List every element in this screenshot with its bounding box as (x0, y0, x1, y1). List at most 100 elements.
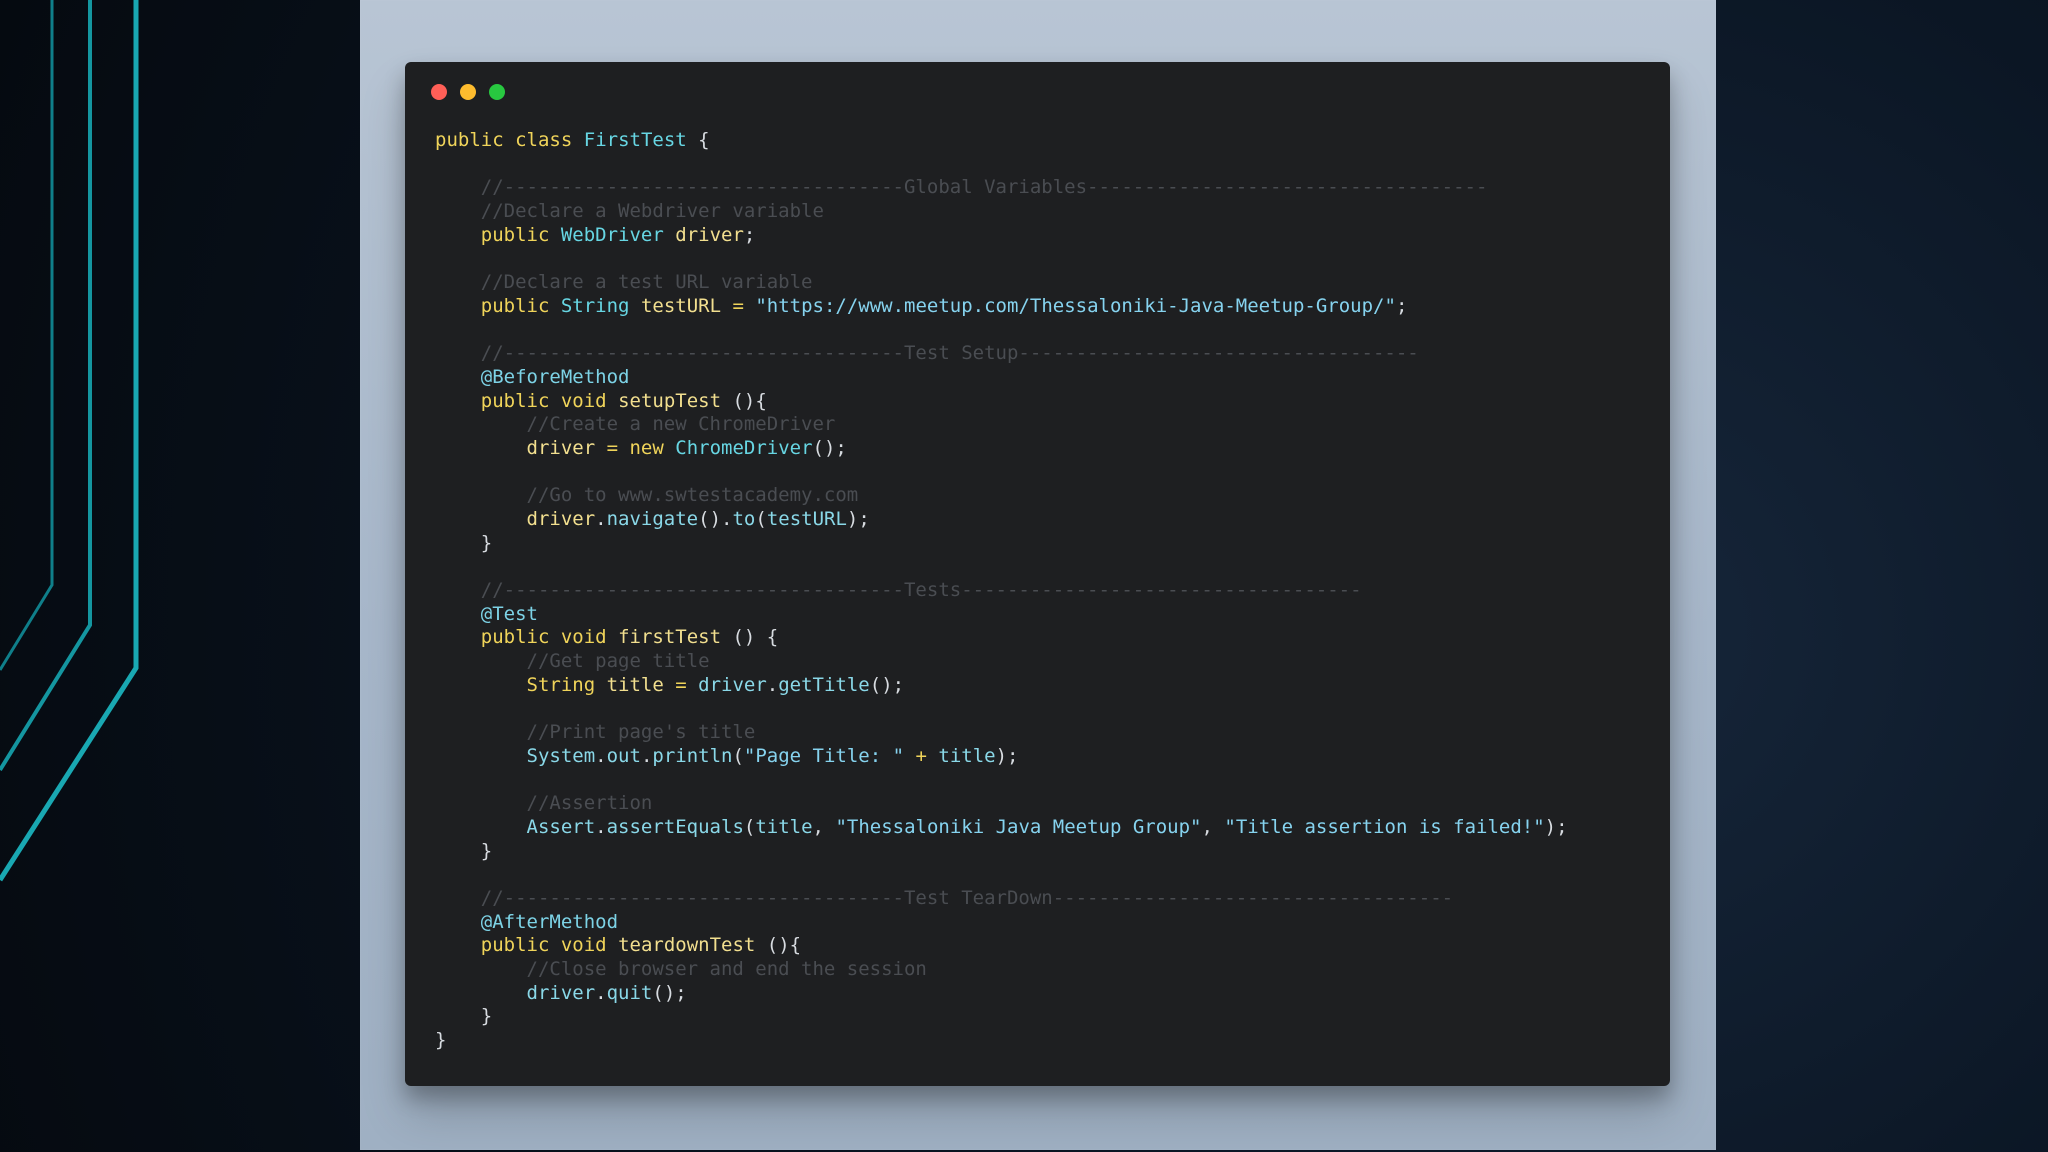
code-line-3: //-----------------------------------Glo… (435, 176, 1650, 200)
type-webdriver: WebDriver (560, 223, 664, 246)
assert-object: Assert (435, 815, 596, 838)
code-line-16: //Go to www.swtestacademy.com (435, 484, 1650, 508)
title-argument: title (755, 815, 813, 838)
code-line-13: //Create a new ChromeDriver (435, 413, 1650, 437)
code-line-14: driver = new ChromeDriver(); (435, 437, 1650, 461)
to-method: to (732, 508, 756, 530)
close-browser-comment: //Close browser and end the session (435, 958, 927, 981)
method-signature-end: (){ (755, 934, 802, 957)
close-dot[interactable] (431, 84, 447, 100)
test-url-string: "https://www.meetup.com/Thessaloniki-Jav… (755, 294, 1396, 317)
code-line-8: public String testURL = "https://www.mee… (435, 295, 1650, 319)
print-title-comment: //Print page's title (435, 721, 756, 744)
get-title-method: getTitle (778, 673, 870, 696)
argument-open: ( (755, 508, 767, 530)
presentation-stage: public class FirstTest { //-------------… (0, 0, 2048, 1152)
minimize-dot[interactable] (460, 84, 476, 100)
method-call-end: (); (869, 673, 905, 696)
keyword-public: public (435, 129, 504, 151)
code-line-7: //Declare a test URL variable (435, 271, 1650, 295)
webdriver-comment: //Declare a Webdriver variable (435, 200, 824, 223)
keyword-new: new (629, 436, 664, 459)
code-line-29: //Assertion (435, 792, 1650, 816)
assignment-operator: = (721, 294, 756, 317)
keyword-public: public (435, 294, 550, 317)
println-method: println (652, 744, 733, 767)
class-name: FirstTest (583, 129, 687, 151)
global-variables-comment: //-----------------------------------Glo… (435, 176, 1488, 199)
method-signature-end: (){ (721, 389, 767, 412)
member-dot: . (766, 673, 779, 696)
variable-test-url: testURL (640, 294, 722, 317)
member-dot: . (595, 981, 607, 1004)
code-line-12: public void setupTest (){ (435, 390, 1650, 414)
member-dot: . (595, 508, 607, 530)
keyword-public: public (435, 223, 550, 246)
keyword-public: public (435, 934, 550, 957)
code-line-22: public void firstTest () { (435, 626, 1650, 650)
first-test-method: firstTest (618, 626, 722, 649)
assignment-operator: = (663, 673, 699, 696)
code-line-18: } (435, 532, 1650, 556)
semicolon: ; (1395, 294, 1408, 317)
keyword-void: void (560, 626, 607, 649)
test-annotation: @Test (435, 602, 538, 625)
code-line-38: } (435, 1005, 1650, 1029)
before-method-annotation: @BeforeMethod (435, 365, 630, 388)
driver-object: driver (698, 673, 767, 696)
constructor-call-end: (); (812, 436, 847, 459)
code-line-21: @Test (435, 603, 1650, 627)
slide-panel: public class FirstTest { //-------------… (360, 0, 1716, 1150)
keyword-public: public (435, 389, 550, 412)
expected-title-string: "Thessaloniki Java Meetup Group" (835, 815, 1202, 838)
code-line-4: //Declare a Webdriver variable (435, 200, 1650, 224)
argument-close: ); (1544, 815, 1568, 838)
member-dot: . (595, 744, 607, 767)
argument-comma: , (812, 815, 836, 838)
semicolon: ; (743, 223, 756, 246)
code-line-39: } (435, 1029, 1650, 1053)
after-method-annotation: @AfterMethod (435, 910, 619, 933)
type-string: String (560, 294, 630, 317)
argument-open: ( (743, 815, 756, 838)
class-close-brace: } (435, 1029, 447, 1052)
window-controls (431, 84, 505, 100)
code-line-11: @BeforeMethod (435, 366, 1650, 390)
variable-driver: driver (675, 223, 744, 246)
string-type: String (435, 673, 596, 696)
method-close-brace: } (435, 531, 493, 554)
quit-method: quit (606, 981, 653, 1004)
code-line-30: Assert.assertEquals(title, "Thessaloniki… (435, 816, 1650, 840)
assertion-message-string: "Title assertion is failed!" (1224, 815, 1545, 838)
code-line-31: } (435, 840, 1650, 864)
test-url-comment: //Declare a test URL variable (435, 271, 813, 294)
code-line-27: System.out.println("Page Title: " + titl… (435, 745, 1650, 769)
method-parentheses: () (698, 508, 722, 530)
code-line-17: driver.navigate().to(testURL); (435, 508, 1650, 532)
code-line-33: //-----------------------------------Tes… (435, 887, 1650, 911)
code-line-37: driver.quit(); (435, 982, 1650, 1006)
method-signature-end: () { (721, 626, 779, 649)
driver-variable: driver (435, 436, 596, 459)
get-title-comment: //Get page title (435, 650, 710, 673)
navigate-comment: //Go to www.swtestacademy.com (435, 484, 859, 507)
keyword-void: void (560, 389, 607, 412)
maximize-dot[interactable] (489, 84, 505, 100)
title-argument: title (938, 744, 996, 767)
assert-equals-method: assertEquals (606, 815, 744, 838)
code-line-26: //Print page's title (435, 721, 1650, 745)
chrome-driver-comment: //Create a new ChromeDriver (435, 413, 836, 436)
method-close-brace: } (435, 839, 493, 862)
argument-close: ); (995, 744, 1019, 767)
title-variable: title (606, 673, 664, 696)
code-line-1: public class FirstTest { (435, 129, 1650, 153)
out-field: out (606, 744, 641, 767)
chrome-driver-type: ChromeDriver (675, 436, 813, 459)
navigate-method: navigate (606, 508, 699, 530)
member-dot: . (721, 508, 733, 530)
code-line-10: //-----------------------------------Tes… (435, 342, 1650, 366)
